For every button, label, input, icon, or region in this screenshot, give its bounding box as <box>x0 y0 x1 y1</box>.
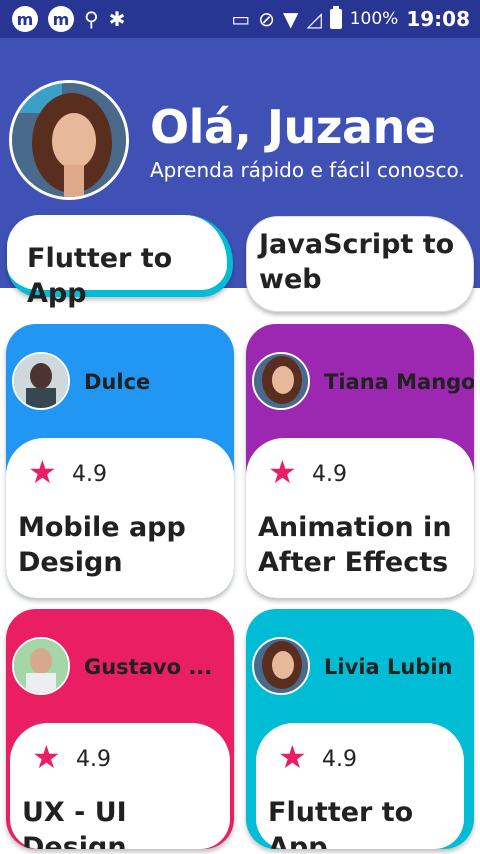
status-bar: m m ⚲ ✱ ▭ ⊘ ▼ ◿ 100% 19:08 <box>0 0 480 38</box>
greeting-subtitle: Aprenda rápido e fácil conosco. <box>150 158 465 182</box>
author-avatar <box>252 637 310 695</box>
author-name: Livia Lubin <box>324 655 453 679</box>
battery-percent: 100% <box>349 9 399 29</box>
author-name: Dulce <box>84 370 151 394</box>
course-card[interactable]: Gustavo ... ★ 4.9 UX - UI Design <box>6 609 234 849</box>
rating-value: 4.9 <box>76 747 111 772</box>
usb-icon: ⚲ <box>84 7 99 31</box>
do-not-disturb-icon: ⊘ <box>258 7 275 31</box>
star-icon: ★ <box>278 738 307 776</box>
user-avatar[interactable] <box>9 80 129 200</box>
course-title: Flutter to App <box>268 797 414 849</box>
author-name: Gustavo ... <box>84 655 213 679</box>
greeting: Olá, Juzane <box>150 100 436 154</box>
android-debug-icon: ✱ <box>108 7 126 31</box>
author-name: Tiana Mango <box>324 370 474 394</box>
author-avatar <box>252 352 310 410</box>
star-icon: ★ <box>268 453 297 491</box>
category-pill-javascript[interactable]: JavaScript to web <box>246 216 474 312</box>
course-title: UX - UI Design <box>22 797 127 849</box>
course-card-body: ★ 4.9 UX - UI Design <box>10 723 230 849</box>
rating-value: 4.9 <box>72 462 107 487</box>
star-icon: ★ <box>28 453 57 491</box>
status-left-icons: m m ⚲ ✱ <box>12 6 125 32</box>
course-title: Mobile app Design <box>18 512 186 578</box>
course-card-body: ★ 4.9 Flutter to App <box>256 723 464 849</box>
author-avatar <box>12 352 70 410</box>
cast-icon: ▭ <box>231 7 251 31</box>
course-card-body: ★ 4.9 Mobile app Design <box>6 438 234 598</box>
category-pill-flutter[interactable]: Flutter to App <box>7 215 233 309</box>
star-icon: ★ <box>32 738 61 776</box>
status-right-icons: ▭ ⊘ ▼ ◿ 100% 19:08 <box>231 4 470 34</box>
course-card[interactable]: Dulce ★ 4.9 Mobile app Design <box>6 324 234 598</box>
course-card[interactable]: Livia Lubin ★ 4.9 Flutter to App <box>246 609 474 849</box>
clock: 19:08 <box>406 7 470 31</box>
category-pill-label: JavaScript to web <box>259 229 455 295</box>
battery-icon <box>329 6 342 29</box>
author-avatar <box>12 637 70 695</box>
course-title: Animation in After Effects <box>258 512 452 578</box>
rating-value: 4.9 <box>312 462 347 487</box>
rating-value: 4.9 <box>322 747 357 772</box>
m-app-icon: m <box>12 6 38 32</box>
wifi-icon: ▼ <box>282 7 299 31</box>
course-card-body: ★ 4.9 Animation in After Effects <box>246 438 474 598</box>
course-card[interactable]: Tiana Mango ★ 4.9 Animation in After Eff… <box>246 324 474 598</box>
category-pill-label: Flutter to App <box>27 243 173 309</box>
m-app-icon: m <box>48 6 74 32</box>
signal-icon: ◿ <box>306 7 322 31</box>
